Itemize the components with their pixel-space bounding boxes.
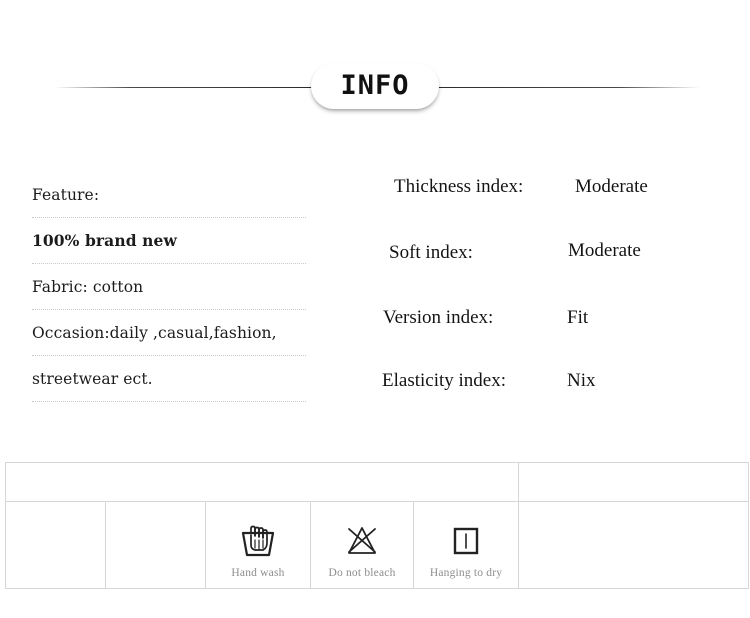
feature-row: streetwear ect. — [32, 356, 306, 402]
table-row: Hand wash Do not bleach Hanging to dry — [5, 501, 750, 589]
feature-row: Occasion:daily ,casual,fashion, — [32, 310, 306, 356]
care-cell-inner — [6, 502, 105, 588]
care-cell-inner: Hanging to dry — [414, 502, 518, 588]
care-cell-empty-1 — [5, 501, 106, 589]
feature-list: Feature: 100% brand new Fabric: cotton O… — [32, 172, 306, 402]
page-title: INFO — [340, 69, 410, 101]
info-header: INFO — [0, 63, 750, 111]
do-not-bleach-icon — [348, 526, 376, 554]
hanging-to-dry-icon — [453, 527, 479, 554]
feature-row: 100% brand new — [32, 218, 306, 264]
index-row-elasticity: Elasticity index: Nix — [382, 356, 713, 418]
index-row-soft: Soft index: Moderate — [383, 232, 713, 294]
feature-occasion-cont: streetwear ect. — [32, 369, 153, 388]
feature-label: Feature: — [32, 185, 100, 204]
index-value: Fit — [567, 307, 589, 328]
care-cell-empty-2 — [105, 501, 206, 589]
care-cell-hand-wash: Hand wash — [205, 501, 311, 589]
care-cell-inner: Do not bleach — [311, 502, 413, 588]
care-cell-inner: Hand wash — [206, 502, 310, 588]
care-label: Hand wash — [231, 566, 285, 579]
feature-row: Feature: — [32, 172, 306, 218]
index-label: Elasticity index: — [382, 370, 507, 391]
hand-wash-icon — [241, 525, 275, 556]
care-instructions-table: Hand wash Do not bleach Hanging to dry — [4, 462, 750, 589]
care-cell-hanging-to-dry: Hanging to dry — [412, 501, 520, 589]
feature-condition: 100% brand new — [32, 231, 177, 250]
index-label: Version index: — [383, 307, 494, 328]
index-label: Thickness index: — [394, 176, 524, 197]
care-cell-empty-3 — [518, 501, 750, 589]
care-top-cell-left — [4, 462, 520, 502]
table-row — [4, 462, 750, 502]
care-label: Do not bleach — [328, 566, 396, 579]
care-label: Hanging to dry — [429, 566, 503, 579]
info-badge: INFO — [311, 63, 439, 109]
care-cell-inner — [106, 502, 205, 588]
feature-occasion: Occasion:daily ,casual,fashion, — [32, 323, 277, 342]
feature-row: Fabric: cotton — [32, 264, 306, 310]
care-top-cell-right — [518, 462, 750, 502]
index-label: Soft index: — [389, 242, 473, 263]
feature-fabric: Fabric: cotton — [32, 277, 144, 296]
index-row-thickness: Thickness index: Moderate — [383, 170, 713, 232]
index-value: Moderate — [575, 176, 648, 197]
index-value: Nix — [567, 370, 596, 391]
index-value: Moderate — [568, 240, 641, 261]
index-row-version: Version index: Fit — [383, 294, 713, 356]
index-list: Thickness index: Moderate Soft index: Mo… — [382, 170, 713, 418]
care-cell-inner — [519, 502, 748, 588]
care-cell-do-not-bleach: Do not bleach — [310, 501, 414, 589]
